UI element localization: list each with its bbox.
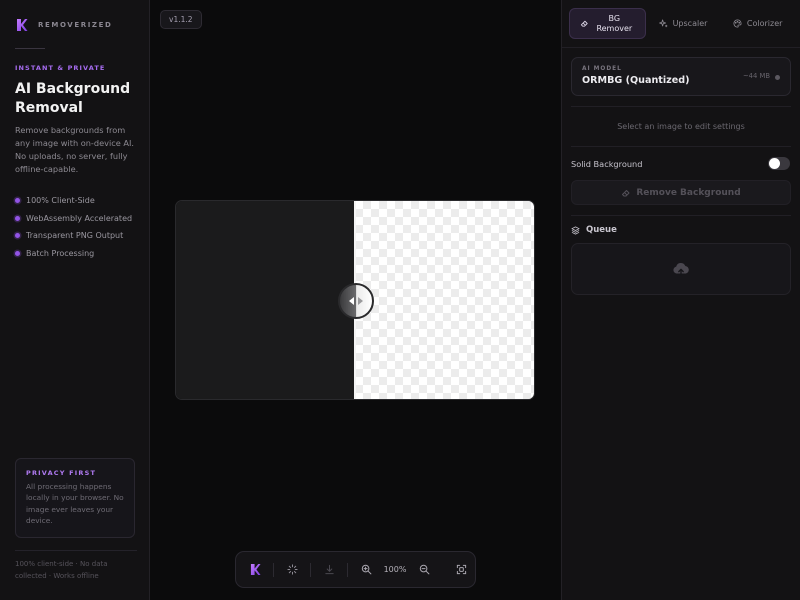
feature-item: Batch Processing [15, 245, 132, 263]
tab-bg-remover[interactable]: BG Remover [569, 8, 646, 39]
queue-dropzone[interactable] [571, 243, 791, 295]
remove-background-label: Remove Background [636, 187, 741, 198]
model-selector[interactable]: AI MODEL ORMBG (Quantized) ~44 MB [571, 57, 791, 96]
remove-background-button[interactable]: Remove Background [571, 180, 791, 205]
eraser-icon [622, 189, 630, 196]
version-badge: v1.1.2 [160, 10, 202, 29]
tab-label: Colorizer [746, 19, 783, 28]
eyebrow-label: INSTANT & PRIVATE [15, 64, 106, 72]
cloud-upload-icon [673, 262, 689, 277]
zoom-level: 100% [383, 565, 407, 574]
transparent-result-pane [355, 201, 534, 399]
solid-background-toggle[interactable] [768, 157, 790, 170]
zoom-out-icon [419, 564, 429, 575]
left-right-arrows-icon [349, 297, 363, 305]
feature-list: 100% Client-Side WebAssembly Accelerated… [15, 192, 132, 262]
fit-screen-icon [456, 564, 466, 575]
footer-divider [15, 550, 137, 551]
process-button[interactable] [283, 561, 301, 579]
privacy-title: PRIVACY FIRST [26, 469, 97, 477]
zoom-in-icon [361, 564, 371, 575]
bottom-toolbar: 100% [235, 551, 476, 588]
feature-label: Transparent PNG Output [26, 231, 124, 241]
download-button[interactable] [320, 561, 338, 579]
toolbar-separator [347, 562, 348, 577]
section-divider [571, 106, 791, 107]
brand[interactable]: REMOVERIZED [16, 18, 112, 32]
model-status-dot [775, 75, 780, 80]
tabs-divider [562, 47, 800, 48]
toggle-knob [769, 158, 780, 169]
solid-background-label: Solid Background [571, 159, 643, 169]
tab-colorizer[interactable]: Colorizer [720, 8, 795, 39]
left-sidebar: REMOVERIZED INSTANT & PRIVATE AI Backgro… [0, 0, 150, 600]
loader-icon [286, 564, 298, 575]
bullet-dot-icon [15, 233, 20, 239]
palette-icon [733, 19, 742, 28]
footer-text: 100% client-side · No data collected · W… [15, 560, 108, 580]
bullet-dot-icon [15, 250, 20, 256]
queue-header: Queue [571, 225, 617, 235]
toolbar-separator [273, 562, 274, 577]
tab-label: BG Remover [596, 13, 633, 33]
bullet-dot-icon [15, 215, 20, 221]
section-divider [571, 215, 791, 216]
sparkle-icon [658, 19, 667, 28]
original-image-pane [176, 201, 355, 399]
zoom-out-button[interactable] [415, 561, 433, 579]
layers-icon [571, 225, 580, 235]
comparison-slider-handle[interactable] [338, 283, 374, 319]
tab-upscaler[interactable]: Upscaler [646, 8, 721, 39]
brand-divider [15, 48, 45, 49]
section-divider [571, 146, 791, 147]
eraser-icon [581, 20, 588, 27]
privacy-card: PRIVACY FIRST All processing happens loc… [15, 458, 135, 538]
toolbar-separator [310, 562, 311, 577]
feature-item: 100% Client-Side [15, 192, 132, 210]
feature-label: Batch Processing [26, 248, 95, 258]
download-icon [324, 564, 334, 575]
feature-label: 100% Client-Side [26, 196, 95, 206]
page-title: AI Background Removal [15, 81, 131, 116]
page-description: Remove backgrounds from any image with o… [15, 125, 134, 174]
logo-button[interactable] [246, 561, 264, 579]
queue-title: Queue [586, 225, 617, 235]
tab-label: Upscaler [672, 19, 708, 28]
right-panel: BG Remover Upscaler Colorizer AI MODEL O… [561, 0, 800, 600]
logo-icon [17, 19, 28, 31]
fit-to-screen-button[interactable] [452, 561, 470, 579]
tool-tabs: BG Remover Upscaler Colorizer [569, 8, 795, 39]
bullet-dot-icon [15, 198, 20, 204]
privacy-text: All processing happens locally in your b… [26, 482, 124, 526]
logo-icon [250, 564, 261, 575]
comparison-canvas[interactable] [175, 200, 535, 400]
settings-hint: Select an image to edit settings [617, 122, 745, 131]
model-size: ~44 MB [742, 72, 770, 80]
feature-item: WebAssembly Accelerated [15, 210, 132, 228]
brand-name: REMOVERIZED [38, 21, 113, 29]
feature-label: WebAssembly Accelerated [26, 213, 133, 223]
zoom-in-button[interactable] [357, 561, 375, 579]
feature-item: Transparent PNG Output [15, 227, 132, 245]
